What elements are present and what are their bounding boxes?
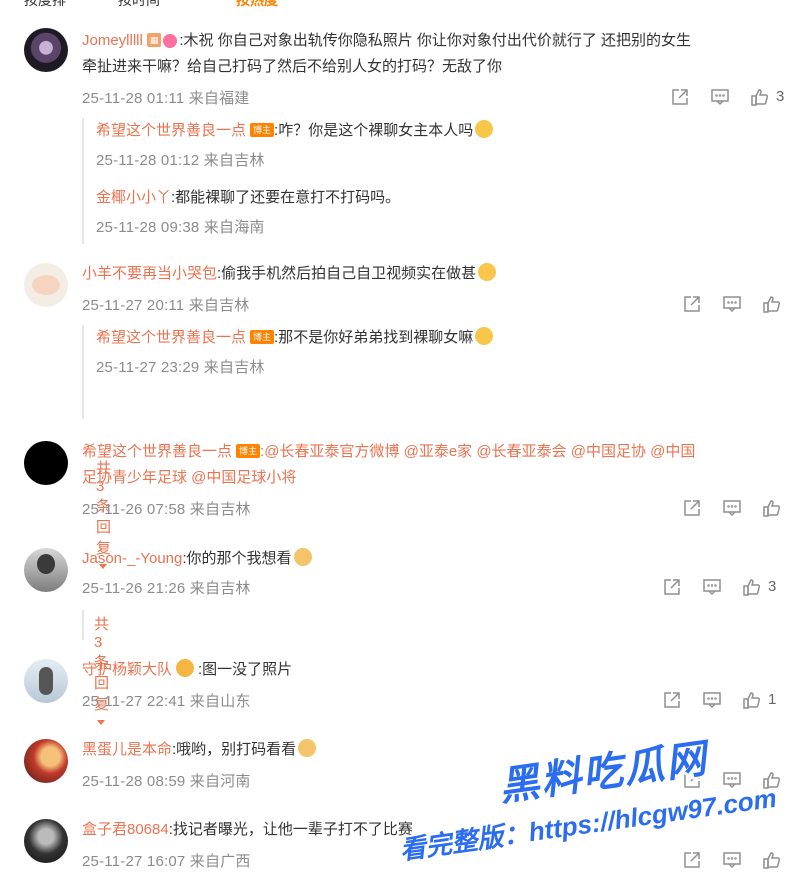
comment-actions [682,850,792,872]
comment-text: 黑蛋儿是本命:哦哟，别打码看看 [82,737,790,763]
surprised-emoji-icon [475,120,494,138]
comment-actions: 3 [662,577,792,599]
avatar[interactable] [24,263,68,307]
like-count: 3 [768,578,777,595]
reply-item: 金椰小小丫:都能裸聊了还要在意打不打码吗。 25-11-28 09:38 来自海… [96,185,776,241]
share-icon[interactable] [670,87,692,109]
chevron-down-icon [97,720,105,725]
comment-icon[interactable] [722,294,744,316]
comment-text: 守护杨颖大队:图一没了照片 [82,659,293,678]
avatar[interactable] [24,659,68,703]
comment-meta: 25-11-26 07:58 来自吉林 [82,501,251,518]
comment-meta: 25-11-28 08:59 来自河南 [82,773,251,790]
username[interactable]: 小羊不要再当小哭包 [82,265,217,282]
brain-emoji-icon [163,34,178,48]
like-icon[interactable] [742,577,764,599]
username[interactable]: 希望这个世界善良一点 [96,329,246,346]
username[interactable]: 盒子君80684 [82,821,169,838]
reply-list: 共3条回复 [82,610,109,725]
comment-icon[interactable] [702,577,724,599]
comment-actions [682,294,792,316]
like-count: 3 [776,88,785,105]
blogger-badge: 博主 [250,330,275,344]
comment-icon[interactable] [702,690,724,712]
username[interactable]: Jason-_-Young [82,550,182,567]
level-badge-icon: ▦ [146,33,162,47]
share-icon[interactable] [682,770,704,792]
username[interactable]: 黑蛋儿是本命 [82,741,172,758]
reply-item: 希望这个世界善良一点 博主:那不是你好弟弟找到裸聊女嘛 25-11-27 23:2… [96,325,776,381]
sort-tabs: 按度排 按时间 按热度 [0,0,800,8]
comment-icon[interactable] [710,87,732,109]
comment-meta: 25-11-27 16:07 来自广西 [82,853,251,870]
comment-text-cont: 足协青少年足球 @中国足球小将 [82,469,297,486]
tab-sort-3[interactable]: 按热度 [236,0,278,8]
comment-meta: 25-11-27 22:41 来自山东 [82,693,251,710]
reply-meta: 25-11-27 23:29 来自吉林 [96,359,265,376]
like-icon[interactable] [742,690,764,712]
avatar[interactable] [24,28,68,72]
share-icon[interactable] [682,850,704,872]
username[interactable]: 希望这个世界善良一点 [82,443,232,460]
comment-actions [682,498,792,520]
dog-emoji-icon [298,739,317,757]
comment-text: 盒子君80684:找记者曝光，让他一辈子打不了比赛 [82,821,413,838]
comment-meta: 25-11-27 20:11 来自吉林 [82,297,250,314]
like-icon[interactable] [762,294,784,316]
like-count: 1 [768,691,777,708]
comment-text: 小羊不要再当小哭包:偷我手机然后拍自己自卫视频实在做甚 [82,261,790,287]
share-icon[interactable] [662,690,684,712]
share-icon[interactable] [682,294,704,316]
username[interactable]: Jomeylllll [82,32,143,49]
reply-item: 希望这个世界善良一点 博主:咋？你是这个裸聊女主本人吗 25-11-28 01:1… [96,118,776,174]
avatar[interactable] [24,739,68,783]
comment-meta: 25-11-26 21:26 来自吉林 [82,580,251,597]
share-icon[interactable] [662,577,684,599]
reply-meta: 25-11-28 09:38 来自海南 [96,219,265,236]
tab-sort-1[interactable]: 按度排 [24,0,66,8]
avatar[interactable] [24,819,68,863]
cry-laugh-emoji-icon [475,327,494,345]
comment-text: Jomeylllll ▦:木祝 你自己对象出轨传你隐私照片 你让你对象付出代价就行… [82,32,692,49]
username[interactable]: 金椰小小丫 [96,189,171,206]
comment-actions: 3 [662,87,792,109]
comment-actions: 1 [662,690,792,712]
comment-actions [682,770,792,792]
reply-list: 希望这个世界善良一点 博主:那不是你好弟弟找到裸聊女嘛 25-11-27 23:2… [82,325,494,569]
comment-text: 希望这个世界善良一点 博主:@长春亚泰官方微博 @亚泰e家 @长春亚泰会 @中国足… [82,443,696,460]
avatar[interactable] [24,441,68,485]
comment-text-cont: 牵扯进来干嘛？给自己打码了然后不给别人女的打码？无敌了你 [82,58,503,75]
comment-icon[interactable] [722,498,744,520]
like-icon[interactable] [762,850,784,872]
comment-meta: 25-11-28 01:11 来自福建 [82,90,250,107]
avatar[interactable] [24,548,68,592]
blogger-badge: 博主 [236,444,261,458]
like-icon[interactable] [762,770,784,792]
crown-fan-badge-icon [176,659,195,677]
comment-icon[interactable] [722,770,744,792]
username[interactable]: 希望这个世界善良一点 [96,122,246,139]
like-icon[interactable] [762,498,784,520]
dog-emoji-icon [293,548,312,566]
share-icon[interactable] [682,498,704,520]
like-icon[interactable] [750,87,772,109]
username[interactable]: 守护杨颖大队 [82,661,172,678]
comment-icon[interactable] [722,850,744,872]
cry-laugh-emoji-icon [478,263,497,281]
blogger-badge: 博主 [250,123,275,137]
reply-meta: 25-11-28 01:12 来自吉林 [96,152,265,169]
reply-list: 希望这个世界善良一点 博主:咋？你是这个裸聊女主本人吗 25-11-28 01:1… [82,118,494,244]
comment-text: Jason-_-Young:你的那个我想看 [82,546,790,572]
tab-sort-2[interactable]: 按时间 [118,0,160,8]
